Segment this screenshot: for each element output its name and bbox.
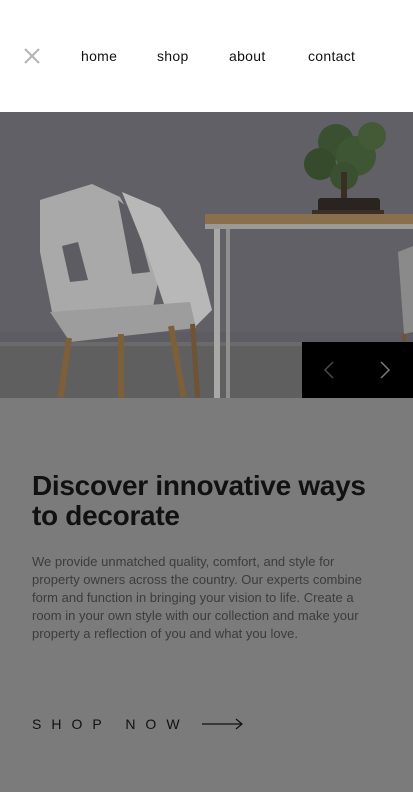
close-icon <box>24 48 40 64</box>
slider-controls <box>302 342 413 398</box>
page-headline: Discover innovative ways to decorate <box>32 470 366 531</box>
intro-paragraph: We provide unmatched quality, comfort, a… <box>32 554 362 641</box>
slider-next-button[interactable] <box>358 342 413 398</box>
slider-prev-button[interactable] <box>302 342 357 398</box>
nav-link-about[interactable]: about <box>229 47 266 65</box>
top-nav: home shop about contact <box>0 0 413 112</box>
chevron-right-icon <box>380 361 391 379</box>
chevron-left-icon <box>323 361 334 379</box>
shop-now-button[interactable]: SHOP NOW <box>32 714 244 734</box>
close-menu-button[interactable] <box>22 46 42 66</box>
nav-link-contact[interactable]: contact <box>308 47 355 65</box>
hero-content: Discover innovative ways to decorate We … <box>0 398 413 792</box>
shop-now-label: SHOP NOW <box>32 716 190 732</box>
nav-link-home[interactable]: home <box>81 47 117 65</box>
nav-link-shop[interactable]: shop <box>157 47 189 65</box>
arrow-right-icon <box>201 718 243 730</box>
